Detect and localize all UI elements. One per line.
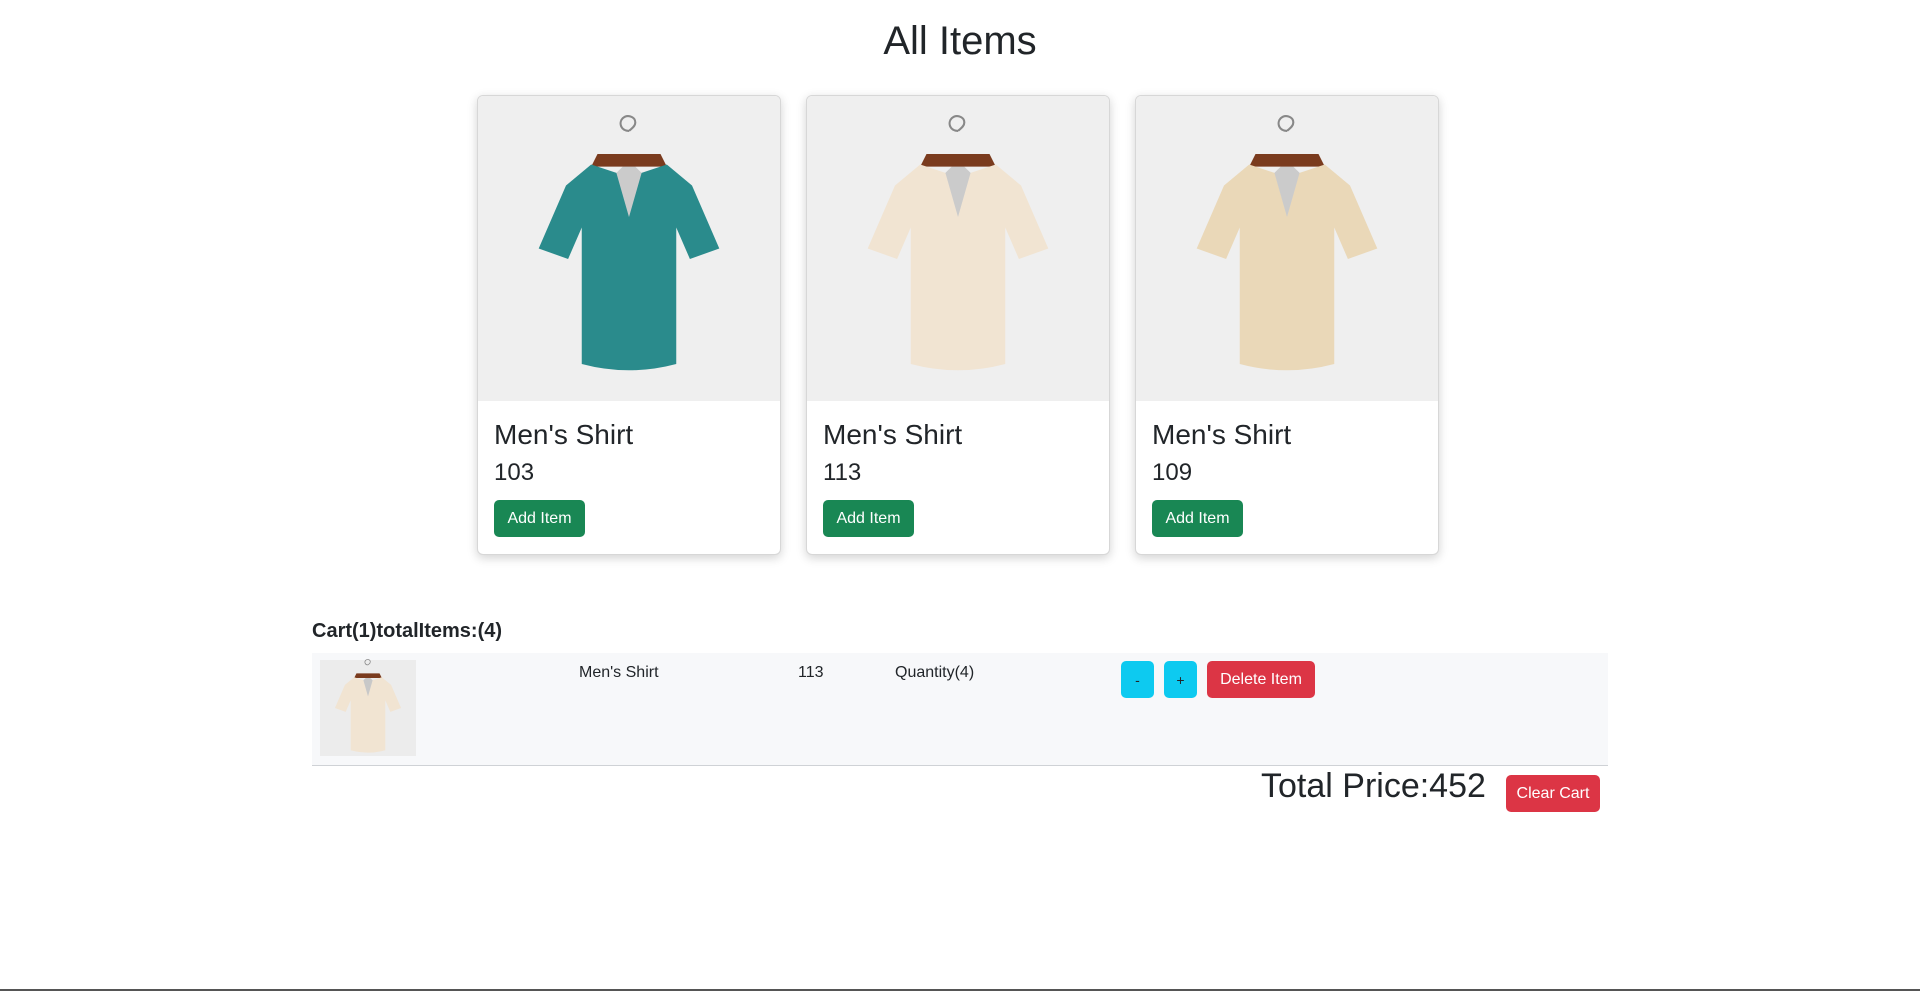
product-card: Men's Shirt 109 Add Item — [1135, 95, 1439, 555]
product-price: 103 — [494, 459, 535, 486]
product-price: 109 — [1152, 459, 1193, 486]
product-name: Men's Shirt — [1152, 419, 1292, 450]
add-item-button[interactable]: Add Item — [823, 500, 914, 537]
shirt-icon — [853, 111, 1063, 386]
decrement-button[interactable]: - — [1121, 661, 1154, 698]
cart-item-image — [320, 659, 416, 756]
product-price: 113 — [823, 459, 862, 486]
page-title: All Items — [883, 19, 1037, 63]
shirt-icon — [524, 111, 734, 386]
product-image — [1136, 96, 1438, 401]
shirt-icon — [1182, 111, 1392, 386]
product-grid: Men's Shirt 103 Add Item Men's Shirt 113 — [477, 95, 1439, 555]
product-card: Men's Shirt 113 Add Item — [806, 95, 1110, 555]
cart-item-quantity: Quantity(4) — [895, 664, 975, 681]
product-image — [478, 96, 780, 401]
cart-item-row: Men's Shirt 113 Quantity(4) - + Delete I… — [312, 653, 1608, 766]
clear-cart-button[interactable]: Clear Cart — [1506, 775, 1600, 812]
cart-item-price: 113 — [798, 664, 824, 681]
total-price: Total Price:452 — [1261, 767, 1486, 805]
delete-item-button[interactable]: Delete Item — [1207, 661, 1315, 698]
product-name: Men's Shirt — [823, 419, 963, 450]
cart-summary: Cart(1)totalItems:(4) — [312, 620, 503, 642]
add-item-button[interactable]: Add Item — [1152, 500, 1243, 537]
shirt-icon — [334, 659, 402, 754]
increment-button[interactable]: + — [1164, 661, 1197, 698]
cart-item-name: Men's Shirt — [579, 664, 659, 681]
product-name: Men's Shirt — [494, 419, 634, 450]
add-item-button[interactable]: Add Item — [494, 500, 585, 537]
cart-item-actions: - + Delete Item — [1121, 661, 1315, 698]
product-card: Men's Shirt 103 Add Item — [477, 95, 781, 555]
product-image — [807, 96, 1109, 401]
